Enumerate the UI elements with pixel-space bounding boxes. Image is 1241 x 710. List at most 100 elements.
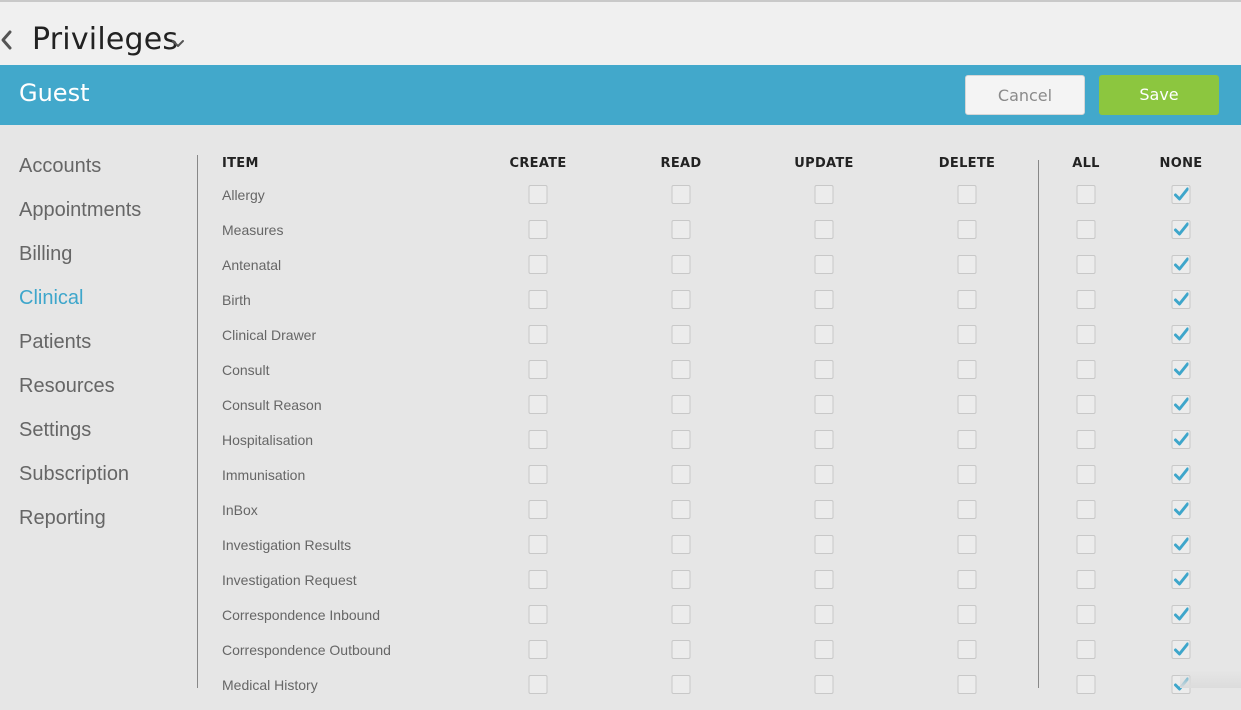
table-row: Medical History [0, 675, 1241, 710]
all-checkbox[interactable] [1076, 325, 1096, 344]
read-checkbox[interactable] [671, 500, 691, 519]
update-checkbox[interactable] [814, 675, 834, 694]
all-checkbox[interactable] [1076, 500, 1096, 519]
checkmark-icon [1174, 537, 1189, 551]
create-checkbox[interactable] [528, 290, 548, 309]
update-checkbox[interactable] [814, 220, 834, 239]
delete-checkbox[interactable] [957, 395, 977, 414]
all-checkbox[interactable] [1076, 290, 1096, 309]
read-checkbox[interactable] [671, 640, 691, 659]
create-checkbox[interactable] [528, 570, 548, 589]
cancel-button[interactable]: Cancel [965, 75, 1085, 115]
update-checkbox[interactable] [814, 255, 834, 274]
update-checkbox[interactable] [814, 325, 834, 344]
read-checkbox[interactable] [671, 395, 691, 414]
all-checkbox[interactable] [1076, 185, 1096, 204]
none-checkbox[interactable] [1171, 430, 1191, 449]
create-checkbox[interactable] [528, 605, 548, 624]
read-checkbox[interactable] [671, 675, 691, 694]
row-label: Antenatal [222, 257, 282, 273]
none-checkbox[interactable] [1171, 535, 1191, 554]
delete-checkbox[interactable] [957, 255, 977, 274]
read-checkbox[interactable] [671, 290, 691, 309]
delete-checkbox[interactable] [957, 290, 977, 309]
create-checkbox[interactable] [528, 640, 548, 659]
none-checkbox[interactable] [1171, 570, 1191, 589]
none-checkbox[interactable] [1171, 255, 1191, 274]
sidebar-item-accounts[interactable]: Accounts [19, 144, 189, 188]
update-checkbox[interactable] [814, 185, 834, 204]
all-checkbox[interactable] [1076, 640, 1096, 659]
read-checkbox[interactable] [671, 570, 691, 589]
update-checkbox[interactable] [814, 360, 834, 379]
delete-checkbox[interactable] [957, 325, 977, 344]
none-checkbox[interactable] [1171, 360, 1191, 379]
read-checkbox[interactable] [671, 535, 691, 554]
delete-checkbox[interactable] [957, 220, 977, 239]
all-checkbox[interactable] [1076, 430, 1096, 449]
update-checkbox[interactable] [814, 570, 834, 589]
delete-checkbox[interactable] [957, 570, 977, 589]
update-checkbox[interactable] [814, 640, 834, 659]
none-checkbox[interactable] [1171, 640, 1191, 659]
delete-checkbox[interactable] [957, 360, 977, 379]
create-checkbox[interactable] [528, 255, 548, 274]
read-checkbox[interactable] [671, 430, 691, 449]
read-checkbox[interactable] [671, 220, 691, 239]
all-checkbox[interactable] [1076, 535, 1096, 554]
create-checkbox[interactable] [528, 185, 548, 204]
all-checkbox[interactable] [1076, 605, 1096, 624]
read-checkbox[interactable] [671, 360, 691, 379]
update-checkbox[interactable] [814, 500, 834, 519]
read-checkbox[interactable] [671, 325, 691, 344]
delete-checkbox[interactable] [957, 500, 977, 519]
delete-checkbox[interactable] [957, 465, 977, 484]
none-checkbox[interactable] [1171, 290, 1191, 309]
none-checkbox[interactable] [1171, 220, 1191, 239]
all-checkbox[interactable] [1076, 570, 1096, 589]
none-checkbox[interactable] [1171, 395, 1191, 414]
back-button[interactable] [0, 28, 14, 52]
create-checkbox[interactable] [528, 395, 548, 414]
all-checkbox[interactable] [1076, 395, 1096, 414]
delete-checkbox[interactable] [957, 430, 977, 449]
title-dropdown-toggle[interactable] [171, 36, 185, 50]
create-checkbox[interactable] [528, 500, 548, 519]
create-checkbox[interactable] [528, 325, 548, 344]
create-checkbox[interactable] [528, 430, 548, 449]
none-checkbox[interactable] [1171, 465, 1191, 484]
update-checkbox[interactable] [814, 430, 834, 449]
all-checkbox[interactable] [1076, 220, 1096, 239]
create-checkbox[interactable] [528, 465, 548, 484]
update-checkbox[interactable] [814, 605, 834, 624]
create-checkbox[interactable] [528, 535, 548, 554]
none-checkbox[interactable] [1171, 185, 1191, 204]
column-header-read: READ [660, 156, 702, 171]
none-checkbox[interactable] [1171, 500, 1191, 519]
read-checkbox[interactable] [671, 185, 691, 204]
delete-checkbox[interactable] [957, 605, 977, 624]
create-checkbox[interactable] [528, 360, 548, 379]
read-checkbox[interactable] [671, 465, 691, 484]
update-checkbox[interactable] [814, 395, 834, 414]
update-checkbox[interactable] [814, 290, 834, 309]
checkmark-icon [1174, 222, 1189, 236]
read-checkbox[interactable] [671, 255, 691, 274]
read-checkbox[interactable] [671, 605, 691, 624]
save-button[interactable]: Save [1099, 75, 1219, 115]
delete-checkbox[interactable] [957, 535, 977, 554]
update-checkbox[interactable] [814, 535, 834, 554]
delete-checkbox[interactable] [957, 675, 977, 694]
delete-checkbox[interactable] [957, 640, 977, 659]
table-row: Consult [0, 360, 1241, 395]
none-checkbox[interactable] [1171, 605, 1191, 624]
all-checkbox[interactable] [1076, 675, 1096, 694]
create-checkbox[interactable] [528, 220, 548, 239]
all-checkbox[interactable] [1076, 255, 1096, 274]
all-checkbox[interactable] [1076, 465, 1096, 484]
all-checkbox[interactable] [1076, 360, 1096, 379]
delete-checkbox[interactable] [957, 185, 977, 204]
create-checkbox[interactable] [528, 675, 548, 694]
none-checkbox[interactable] [1171, 325, 1191, 344]
update-checkbox[interactable] [814, 465, 834, 484]
